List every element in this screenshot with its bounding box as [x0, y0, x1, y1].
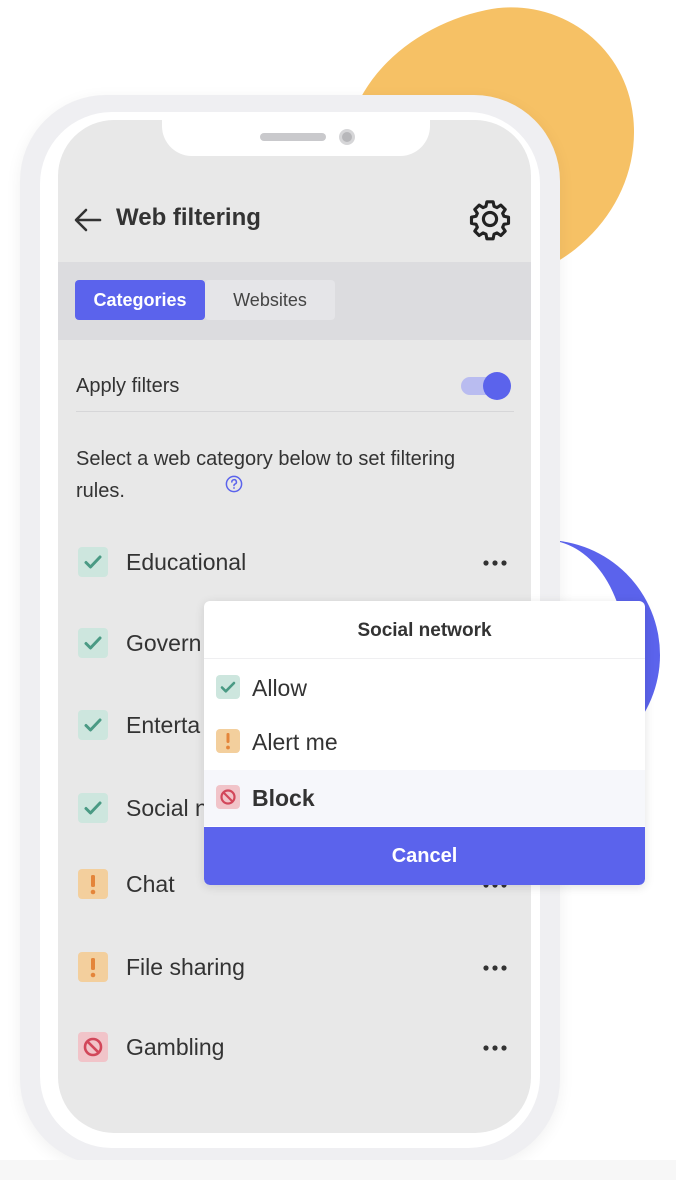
- speaker-grille: [260, 133, 326, 141]
- cancel-button[interactable]: Cancel: [204, 827, 645, 885]
- category-label: Gambling: [126, 1034, 225, 1060]
- check-icon: [78, 710, 108, 740]
- block-icon: [216, 785, 240, 809]
- category-item-file-sharing[interactable]: File sharing: [76, 948, 516, 988]
- bottom-edge: [0, 1160, 676, 1180]
- category-label: Educational: [126, 549, 247, 575]
- check-icon: [78, 547, 108, 577]
- category-item-educational[interactable]: Educational: [76, 543, 516, 583]
- more-options-icon[interactable]: [481, 553, 511, 573]
- page-title: Web filtering: [116, 204, 261, 231]
- more-options-icon[interactable]: [481, 1038, 511, 1058]
- apply-filters-label: Apply filters: [76, 375, 180, 397]
- option-block[interactable]: Block: [204, 770, 645, 826]
- filter-description: Select a web category below to set filte…: [76, 448, 456, 502]
- category-label: Govern: [126, 630, 202, 656]
- tab-websites[interactable]: Websites: [205, 280, 335, 320]
- exclamation-icon: [78, 952, 108, 982]
- option-allow[interactable]: Allow: [204, 660, 645, 716]
- category-item-gambling[interactable]: Gambling: [76, 1028, 516, 1068]
- category-label: Chat: [126, 871, 175, 897]
- check-icon: [216, 675, 240, 699]
- option-alert-me[interactable]: Alert me: [204, 714, 645, 770]
- popup-title: Social network: [204, 601, 645, 659]
- check-icon: [78, 793, 108, 823]
- tab-categories[interactable]: Categories: [75, 280, 205, 320]
- category-label: Social n: [126, 795, 208, 821]
- apply-filters-toggle[interactable]: [461, 372, 513, 400]
- toggle-knob: [483, 372, 511, 400]
- exclamation-icon: [216, 729, 240, 753]
- option-label: Allow: [252, 675, 307, 701]
- exclamation-icon: [78, 869, 108, 899]
- check-icon: [78, 628, 108, 658]
- arrow-left-icon[interactable]: [72, 204, 104, 236]
- tab-bar: Categories Websites: [58, 262, 531, 340]
- gear-icon[interactable]: [468, 197, 512, 241]
- category-label: File sharing: [126, 954, 245, 980]
- front-camera: [339, 129, 355, 145]
- category-label: Enterta: [126, 712, 201, 738]
- option-label: Alert me: [252, 729, 338, 755]
- more-options-icon[interactable]: [481, 958, 511, 978]
- help-icon[interactable]: [225, 475, 243, 493]
- option-label: Block: [252, 785, 315, 811]
- app-header: Web filtering: [58, 190, 531, 250]
- block-icon: [78, 1032, 108, 1062]
- filter-action-popup: Social network Allow Alert me Block Canc…: [204, 601, 645, 885]
- apply-filters-row: Apply filters: [76, 360, 514, 412]
